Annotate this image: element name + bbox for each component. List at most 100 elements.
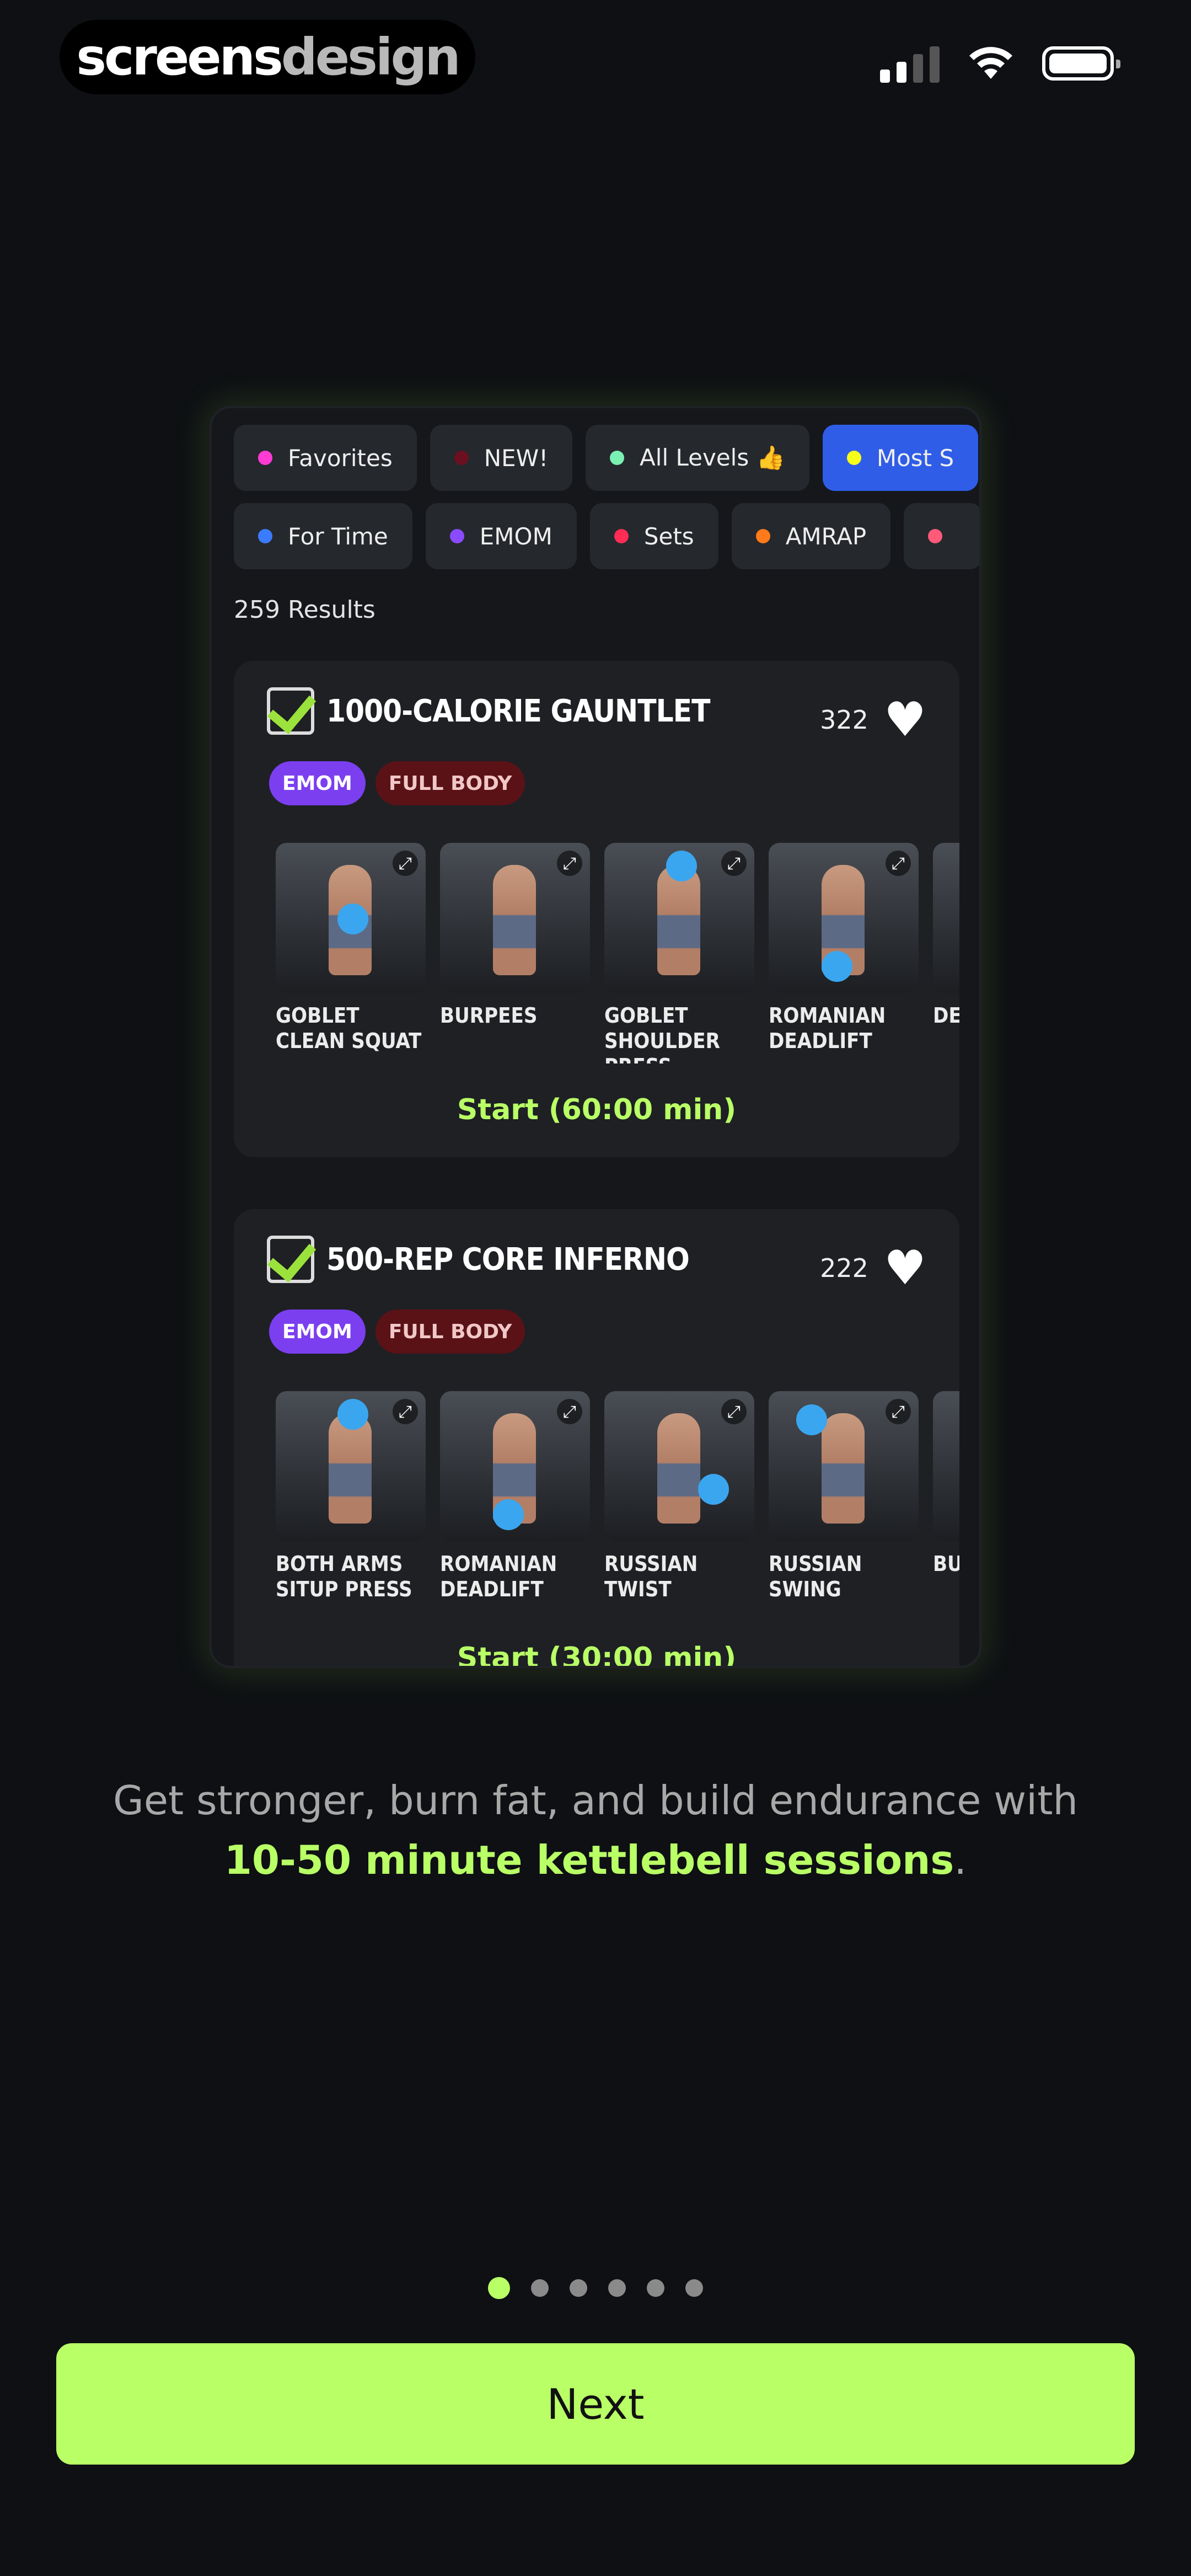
heart-icon[interactable]: ♥ — [884, 696, 926, 744]
filter-chip[interactable]: Favorites — [234, 425, 417, 491]
filter-chip[interactable]: NEW! — [430, 425, 573, 491]
exercise-item[interactable]: ⤢ ROMANIAN DEADLIFT — [440, 1391, 590, 1612]
filter-chip-label: For Time — [288, 522, 388, 550]
exercise-item[interactable]: DEA JER — [933, 843, 959, 1063]
exercise-item[interactable]: ⤢ RUSSIAN SWING — [769, 1391, 919, 1612]
brand-logo-part1: screens — [76, 28, 283, 87]
filter-dot-icon — [614, 529, 629, 543]
likes: 322 ♥ — [820, 696, 926, 744]
exercise-name: RUSSIAN SWING — [769, 1552, 862, 1601]
exercise-item[interactable]: BUR — [933, 1391, 959, 1612]
workout-card[interactable]: 1000-CALORIE GAUNTLET 322 ♥ EMOM FULL BO… — [234, 661, 959, 1157]
start-workout-button[interactable]: Start (30:00 min) — [234, 1642, 959, 1666]
exercise-thumbnail: ⤢ — [276, 1391, 426, 1541]
cellular-signal-icon — [880, 44, 940, 83]
filter-chip-label: AMRAP — [785, 522, 867, 550]
expand-icon[interactable]: ⤢ — [557, 851, 582, 876]
page-dot[interactable] — [685, 2279, 703, 2297]
checkbox-checked-icon[interactable] — [267, 687, 314, 735]
tagline-line1: Get stronger, burn fat, and build endura… — [112, 1777, 1079, 1824]
workout-card[interactable]: 500-REP CORE INFERNO 222 ♥ EMOM FULL BOD… — [234, 1209, 959, 1666]
exercise-thumbnail: ⤢ — [440, 843, 590, 993]
exercise-thumbnail — [933, 843, 959, 993]
filter-chip-label: Favorites — [288, 444, 393, 472]
expand-icon[interactable]: ⤢ — [557, 1399, 582, 1424]
workout-title: 1000-CALORIE GAUNTLET — [326, 693, 710, 729]
filter-dot-icon — [610, 451, 625, 465]
tagline-line2: 10-50 minute kettlebell sessions. — [0, 1830, 1191, 1890]
page-indicator — [0, 2277, 1191, 2299]
exercise-name: BUR — [933, 1552, 959, 1576]
exercise-item[interactable]: ⤢ RUSSIAN TWIST — [604, 1391, 754, 1612]
wifi-icon — [969, 47, 1012, 79]
exercise-item[interactable]: ⤢ GOBLET SHOULDER PRESS — [604, 843, 754, 1063]
exercise-thumbnail: ⤢ — [769, 843, 919, 993]
expand-icon[interactable]: ⤢ — [393, 1399, 418, 1424]
brand-logo-part2: design — [281, 28, 461, 87]
exercise-item[interactable]: ⤢ GOBLET CLEAN SQUAT — [276, 843, 426, 1063]
battery-icon — [1042, 46, 1120, 81]
filter-chip-label: All Levels 👍 — [640, 444, 785, 471]
tagline-highlight: 10-50 minute kettlebell sessions — [224, 1837, 954, 1883]
exercise-thumbnail: ⤢ — [769, 1391, 919, 1541]
tag-full-body: FULL BODY — [375, 761, 525, 805]
exercise-name: BOTH ARMS SITUP PRESS — [276, 1552, 412, 1601]
exercise-name: ROMANIAN DEADLIFT — [769, 1003, 886, 1053]
likes-count: 222 — [820, 1253, 868, 1283]
expand-icon[interactable]: ⤢ — [886, 1399, 911, 1424]
filter-chip[interactable]: Most S — [822, 425, 979, 491]
tagline-suffix: . — [954, 1837, 967, 1883]
exercise-item[interactable]: ⤢ ROMANIAN DEADLIFT — [769, 843, 919, 1063]
tag-emom: EMOM — [269, 1310, 366, 1354]
exercise-name: RUSSIAN TWIST — [604, 1552, 698, 1601]
exercise-thumbnail: ⤢ — [604, 843, 754, 993]
expand-icon[interactable]: ⤢ — [721, 1399, 747, 1424]
page-dot[interactable] — [647, 2279, 664, 2297]
brand-logo: screens design — [60, 20, 475, 94]
results-count: 259 Results — [234, 596, 375, 624]
filter-chip[interactable] — [904, 503, 979, 569]
tagline: Get stronger, burn fat, and build endura… — [0, 1771, 1191, 1890]
expand-icon[interactable]: ⤢ — [393, 851, 418, 876]
tag-emom: EMOM — [269, 761, 366, 805]
next-button[interactable]: Next — [56, 2343, 1135, 2465]
tag-full-body: FULL BODY — [375, 1310, 525, 1354]
filter-chip-label: Most S — [876, 444, 954, 472]
exercise-name: GOBLET CLEAN SQUAT — [276, 1003, 422, 1053]
workout-header: 500-REP CORE INFERNO — [267, 1236, 690, 1283]
filter-chip-label: NEW! — [484, 444, 549, 472]
checkbox-checked-icon[interactable] — [267, 1236, 314, 1283]
workout-tags: EMOM FULL BODY — [269, 1310, 525, 1354]
exercise-item[interactable]: ⤢ BURPEES — [440, 843, 590, 1063]
filter-chip[interactable]: For Time — [234, 503, 412, 569]
workout-header: 1000-CALORIE GAUNTLET — [267, 687, 710, 735]
filter-row-2: For Time EMOM Sets AMRAP — [234, 503, 979, 569]
expand-icon[interactable]: ⤢ — [886, 851, 911, 876]
exercise-thumbnail — [933, 1391, 959, 1541]
workout-tags: EMOM FULL BODY — [269, 761, 525, 805]
heart-icon[interactable]: ♥ — [884, 1244, 926, 1292]
workout-title: 500-REP CORE INFERNO — [326, 1241, 690, 1278]
filter-chip[interactable]: All Levels 👍 — [586, 425, 809, 491]
expand-icon[interactable]: ⤢ — [721, 851, 747, 876]
filter-chip[interactable]: EMOM — [425, 503, 577, 569]
filter-dot-icon — [454, 451, 469, 465]
page-dot[interactable] — [570, 2279, 587, 2297]
likes: 222 ♥ — [820, 1244, 926, 1292]
app-preview: Favorites NEW! All Levels 👍 Most S For Time… — [210, 406, 981, 1668]
start-workout-button[interactable]: Start (60:00 min) — [234, 1093, 959, 1126]
exercise-name: DEA JER — [933, 1003, 959, 1028]
exercise-name: GOBLET SHOULDER PRESS — [604, 1003, 720, 1063]
filter-dot-icon — [258, 451, 272, 465]
page-dot[interactable] — [488, 2277, 510, 2299]
exercise-thumbnail: ⤢ — [276, 843, 426, 993]
exercise-name: BURPEES — [440, 1003, 538, 1028]
filter-dot-icon — [258, 529, 272, 543]
filter-chip[interactable]: AMRAP — [731, 503, 891, 569]
filter-chip[interactable]: Sets — [589, 503, 718, 569]
exercise-item[interactable]: ⤢ BOTH ARMS SITUP PRESS — [276, 1391, 426, 1612]
filter-dot-icon — [846, 451, 861, 465]
page-dot[interactable] — [531, 2279, 549, 2297]
page-dot[interactable] — [608, 2279, 626, 2297]
exercise-thumbnail: ⤢ — [440, 1391, 590, 1541]
